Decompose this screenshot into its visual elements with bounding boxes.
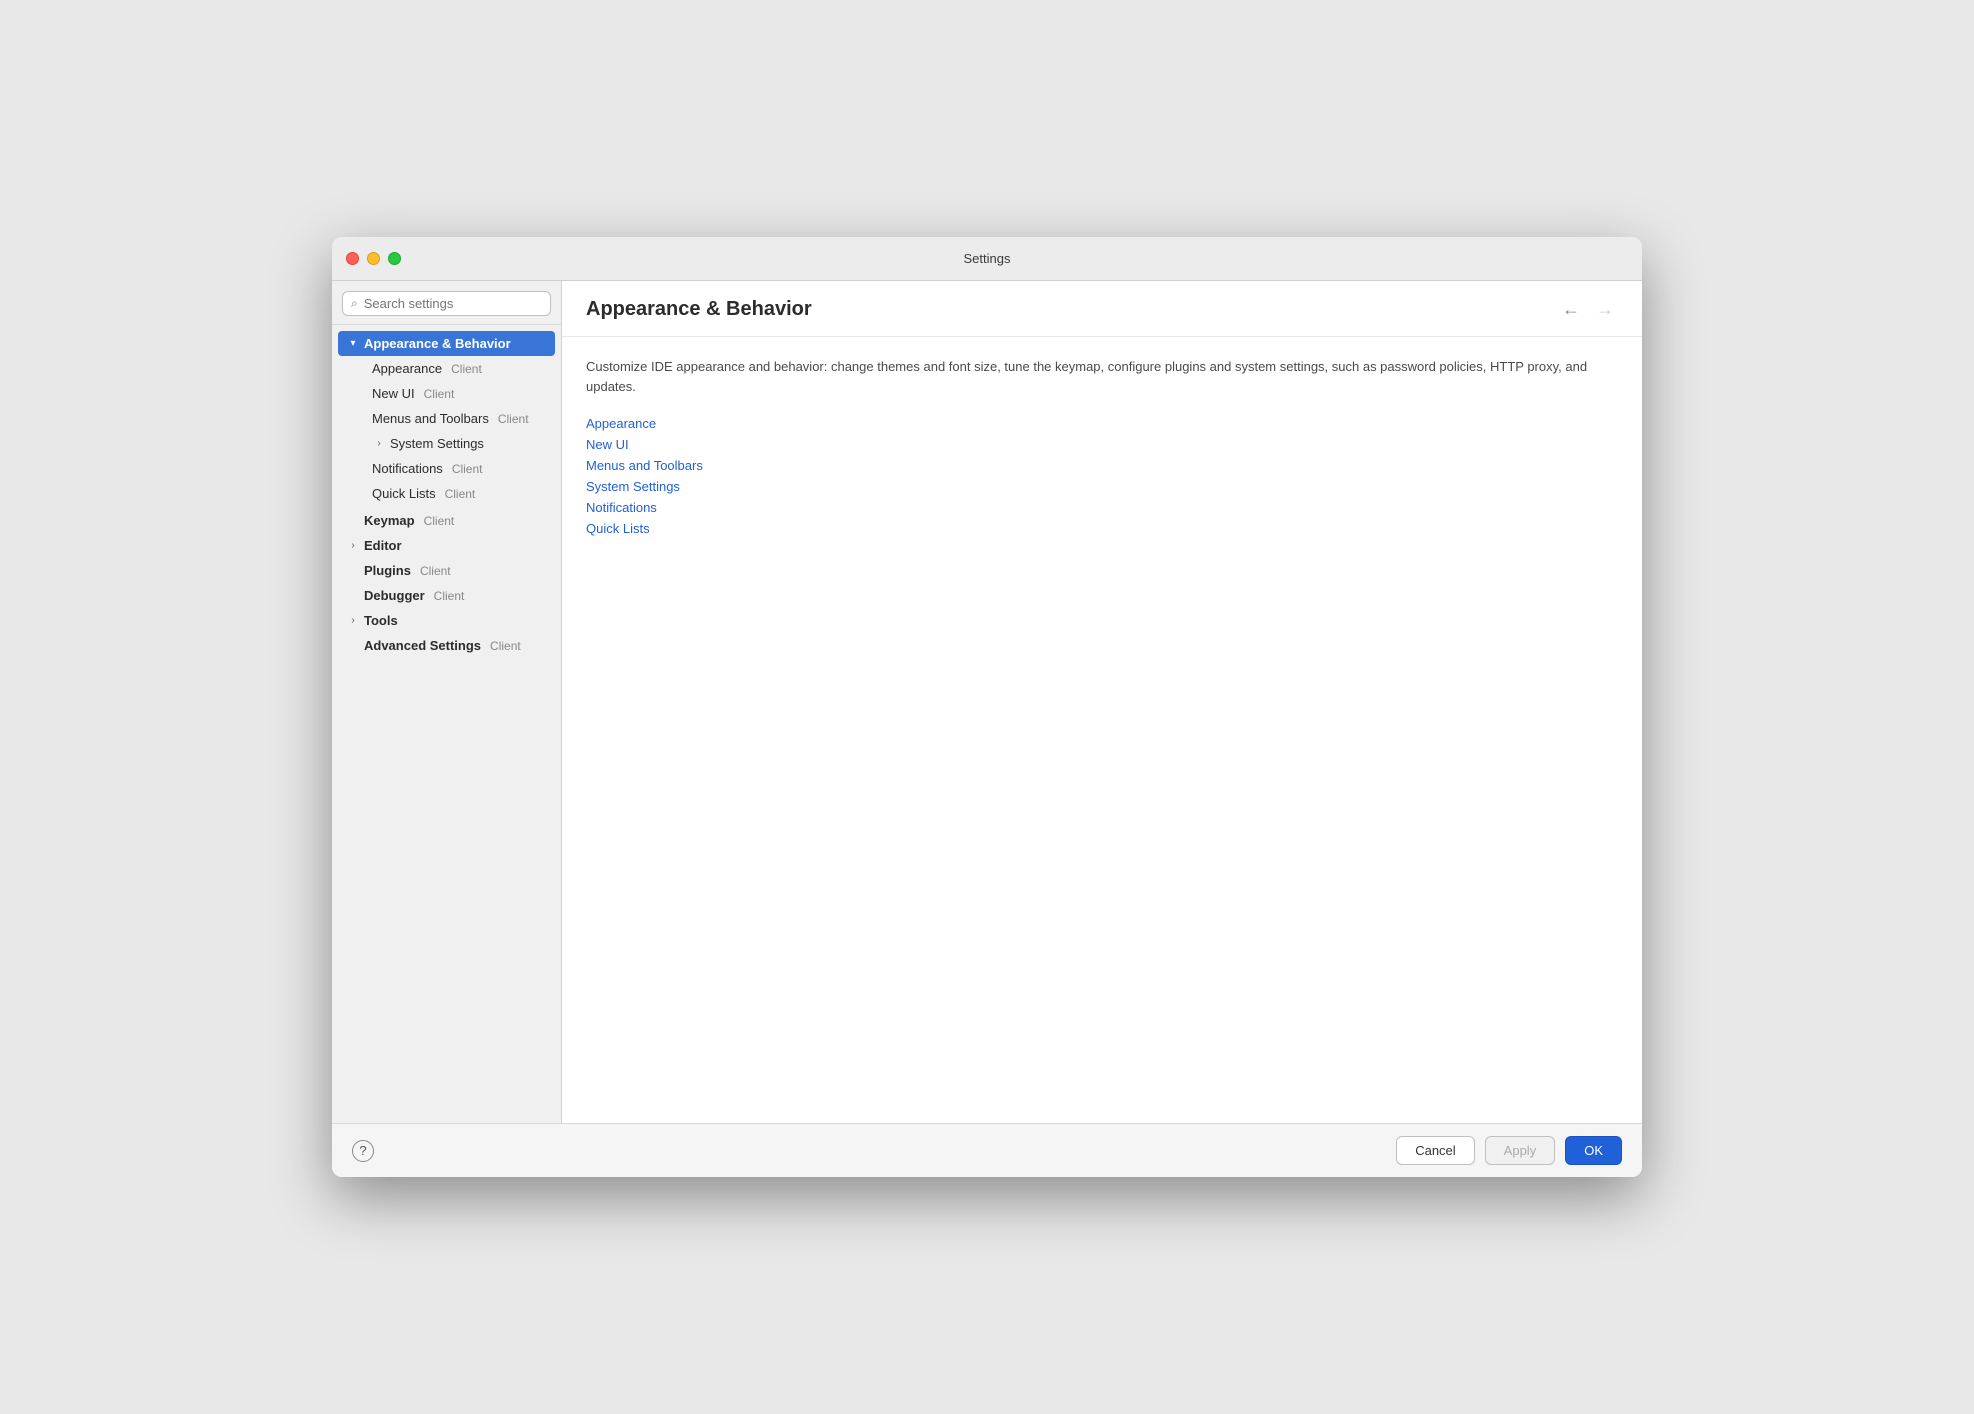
sidebar-item-plugins[interactable]: Plugins Client	[332, 558, 561, 583]
panel-title: Appearance & Behavior	[586, 298, 812, 321]
chevron-right-icon: ›	[372, 438, 386, 449]
traffic-lights	[346, 252, 401, 265]
ok-button[interactable]: OK	[1565, 1136, 1622, 1165]
search-wrapper[interactable]: ⌕	[342, 291, 551, 316]
sidebar-item-notifications[interactable]: Notifications Client	[364, 456, 561, 481]
sidebar-item-appearance-behavior[interactable]: ▾ Appearance & Behavior	[338, 331, 555, 356]
group-appearance-behavior: ▾ Appearance & Behavior Appearance Clien…	[332, 331, 561, 506]
bottom-actions: Cancel Apply OK	[1396, 1136, 1622, 1165]
sidebar-item-new-ui[interactable]: New UI Client	[364, 381, 561, 406]
sidebar: ⌕ ▾ Appearance & Behavior Appearance C	[332, 281, 562, 1123]
link-notifications[interactable]: Notifications	[586, 500, 1618, 515]
chevron-down-icon: ▾	[346, 338, 360, 349]
sidebar-item-editor[interactable]: › Editor	[332, 533, 561, 558]
link-appearance[interactable]: Appearance	[586, 416, 1618, 431]
chevron-right-icon: ›	[346, 540, 360, 551]
panel-links: Appearance New UI Menus and Toolbars Sys…	[586, 416, 1618, 536]
chevron-right-icon: ›	[346, 615, 360, 626]
cancel-button[interactable]: Cancel	[1396, 1136, 1474, 1165]
maximize-button[interactable]	[388, 252, 401, 265]
sidebar-item-label: Appearance & Behavior	[364, 336, 511, 351]
link-menus-toolbars[interactable]: Menus and Toolbars	[586, 458, 1618, 473]
sidebar-item-appearance[interactable]: Appearance Client	[364, 356, 561, 381]
link-system-settings[interactable]: System Settings	[586, 479, 1618, 494]
close-button[interactable]	[346, 252, 359, 265]
link-new-ui[interactable]: New UI	[586, 437, 1618, 452]
sidebar-item-menus-toolbars[interactable]: Menus and Toolbars Client	[364, 406, 561, 431]
panel-header: Appearance & Behavior ← →	[562, 281, 1642, 337]
apply-button[interactable]: Apply	[1485, 1136, 1556, 1165]
sidebar-item-debugger[interactable]: Debugger Client	[332, 583, 561, 608]
sidebar-item-tools[interactable]: › Tools	[332, 608, 561, 633]
sidebar-item-system-settings[interactable]: › System Settings	[364, 431, 561, 456]
panel-content: Customize IDE appearance and behavior: c…	[562, 337, 1642, 1123]
link-quick-lists[interactable]: Quick Lists	[586, 521, 1618, 536]
titlebar: Settings	[332, 237, 1642, 281]
main-content: ⌕ ▾ Appearance & Behavior Appearance C	[332, 281, 1642, 1123]
sidebar-nav: ▾ Appearance & Behavior Appearance Clien…	[332, 325, 561, 1123]
navigation-buttons: ← →	[1558, 297, 1618, 322]
help-button[interactable]: ?	[352, 1140, 374, 1162]
search-input[interactable]	[364, 296, 542, 311]
back-button[interactable]: ←	[1558, 297, 1584, 322]
search-container: ⌕	[332, 281, 561, 325]
forward-button[interactable]: →	[1592, 297, 1618, 322]
search-icon: ⌕	[351, 296, 358, 311]
sidebar-item-advanced-settings[interactable]: Advanced Settings Client	[332, 633, 561, 658]
main-panel: Appearance & Behavior ← → Customize IDE …	[562, 281, 1642, 1123]
sidebar-children-appearance-behavior: Appearance Client New UI Client Menus an…	[332, 356, 561, 506]
minimize-button[interactable]	[367, 252, 380, 265]
bottom-bar: ? Cancel Apply OK	[332, 1123, 1642, 1177]
settings-window: Settings ⌕ ▾ Appearance & Behavior	[332, 237, 1642, 1177]
panel-description: Customize IDE appearance and behavior: c…	[586, 357, 1618, 396]
sidebar-item-keymap[interactable]: Keymap Client	[332, 508, 561, 533]
sidebar-item-quick-lists[interactable]: Quick Lists Client	[364, 481, 561, 506]
window-title: Settings	[964, 251, 1011, 266]
